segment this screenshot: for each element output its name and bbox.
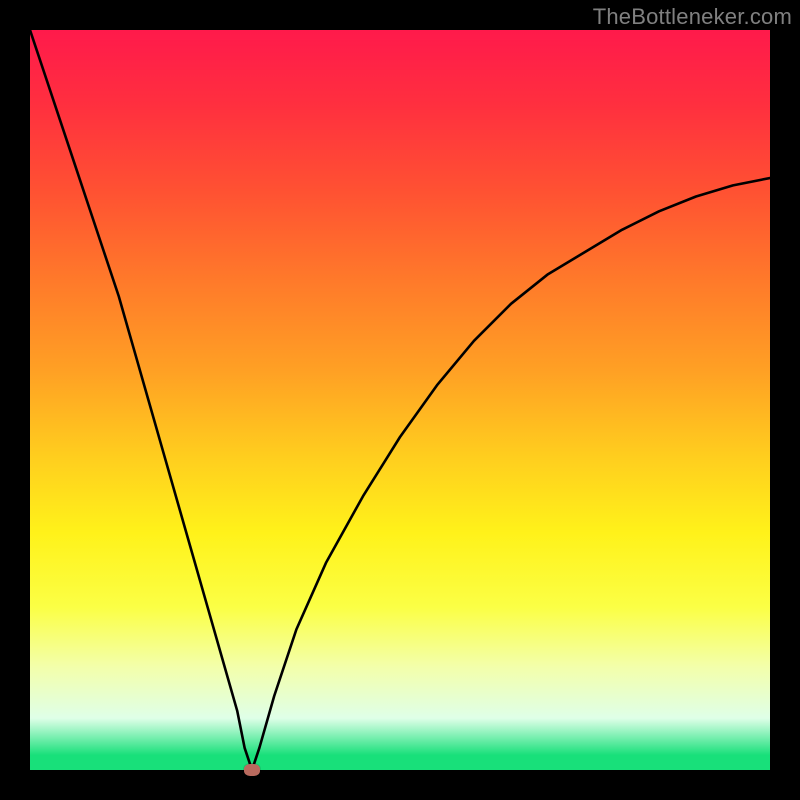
- chart-frame: TheBottleneker.com: [0, 0, 800, 800]
- curve-svg: [30, 30, 770, 770]
- watermark-text: TheBottleneker.com: [593, 4, 792, 30]
- bottleneck-curve-path: [30, 30, 770, 770]
- plot-area: [30, 30, 770, 770]
- curve-min-marker: [244, 764, 260, 776]
